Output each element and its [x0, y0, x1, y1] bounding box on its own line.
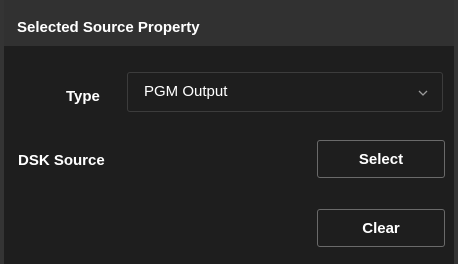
selected-source-property-panel: Selected Source Property Type PGM Output… — [0, 0, 458, 264]
type-dropdown-value: PGM Output — [144, 83, 228, 100]
type-dropdown[interactable]: PGM Output — [127, 72, 443, 112]
panel-header: Selected Source Property — [4, 0, 454, 46]
panel-title: Selected Source Property — [17, 19, 200, 36]
chevron-down-icon — [418, 90, 428, 96]
select-button[interactable]: Select — [317, 140, 445, 178]
dsk-source-label: DSK Source — [18, 152, 105, 169]
clear-button[interactable]: Clear — [317, 209, 445, 247]
type-label: Type — [66, 88, 100, 105]
